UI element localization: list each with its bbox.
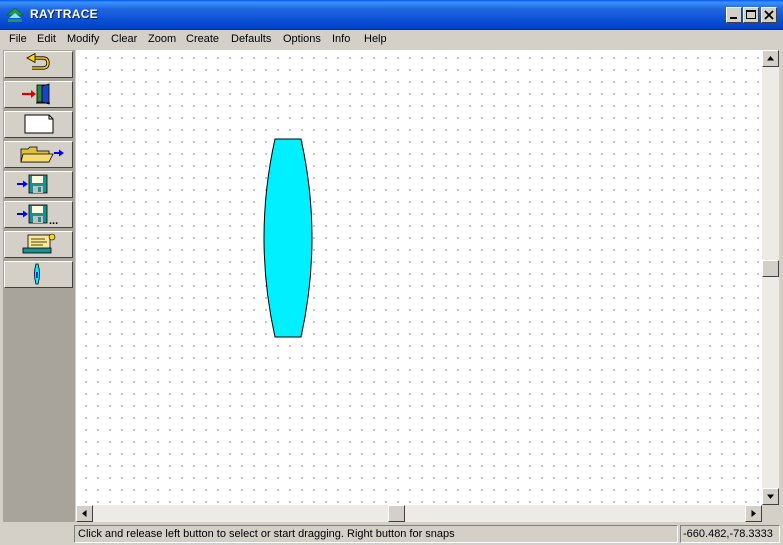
undo-button[interactable] xyxy=(4,51,73,78)
close-button[interactable] xyxy=(761,7,777,23)
maximize-icon xyxy=(746,10,756,19)
menu-create[interactable]: Create xyxy=(186,33,219,45)
menu-modify[interactable]: Modify xyxy=(67,33,99,45)
horizontal-scroll-thumb[interactable] xyxy=(388,505,405,522)
save-as-disk-icon: ... xyxy=(17,204,58,227)
save-as-button[interactable]: ... xyxy=(4,201,73,228)
minimize-icon xyxy=(730,17,737,19)
scroll-down-button[interactable] xyxy=(762,488,779,505)
vertical-scrollbar[interactable] xyxy=(762,50,779,505)
status-bar: Click and release left button to select … xyxy=(0,523,783,545)
left-toolbar: ... xyxy=(3,50,75,522)
status-message: Click and release left button to select … xyxy=(74,525,678,543)
exit-door-icon xyxy=(22,83,50,105)
print-button[interactable] xyxy=(4,231,73,258)
arrow-up-icon xyxy=(767,56,774,61)
maximize-button[interactable] xyxy=(743,7,759,23)
lens-tool-icon xyxy=(34,263,40,285)
canvas-layer xyxy=(263,138,313,338)
open-file-button[interactable] xyxy=(4,141,73,168)
save-button[interactable] xyxy=(4,171,73,198)
scroll-left-button[interactable] xyxy=(76,505,93,522)
save-disk-icon xyxy=(17,174,48,194)
minimize-button[interactable] xyxy=(726,7,742,23)
cursor-coordinates: -660.482,-78.3333 xyxy=(680,525,780,543)
arrow-left-icon xyxy=(82,510,87,517)
open-folder-icon xyxy=(20,146,64,163)
menu-zoom[interactable]: Zoom xyxy=(148,33,176,45)
arrow-right-icon xyxy=(751,510,756,517)
undo-arrow-icon xyxy=(26,52,50,70)
menu-bar: File Edit Modify Clear Zoom Create Defau… xyxy=(0,30,783,49)
window-title: RAYTRACE xyxy=(30,7,98,21)
arrow-down-icon xyxy=(767,494,774,499)
menu-info[interactable]: Info xyxy=(332,33,350,45)
menu-options[interactable]: Options xyxy=(283,33,321,45)
print-scroll-icon xyxy=(22,233,56,254)
new-page-button[interactable] xyxy=(4,111,73,138)
scrollbar-corner xyxy=(762,505,779,522)
save-as-ellipsis: ... xyxy=(49,215,58,227)
close-icon xyxy=(764,10,774,20)
menu-defaults[interactable]: Defaults xyxy=(231,33,271,45)
scroll-up-button[interactable] xyxy=(762,50,779,67)
exit-button[interactable] xyxy=(4,81,73,108)
new-page-icon xyxy=(24,114,54,134)
vertical-scroll-thumb[interactable] xyxy=(762,260,779,277)
title-bar: RAYTRACE xyxy=(0,0,783,30)
lens-tool-button[interactable] xyxy=(4,261,73,288)
lens-shape[interactable] xyxy=(263,138,313,338)
menu-help[interactable]: Help xyxy=(364,33,387,45)
menu-clear[interactable]: Clear xyxy=(111,33,137,45)
app-icon xyxy=(6,7,24,22)
drawing-canvas[interactable] xyxy=(76,50,762,505)
horizontal-scrollbar[interactable] xyxy=(76,505,762,522)
menu-file[interactable]: File xyxy=(9,33,27,45)
scroll-right-button[interactable] xyxy=(745,505,762,522)
menu-edit[interactable]: Edit xyxy=(37,33,56,45)
